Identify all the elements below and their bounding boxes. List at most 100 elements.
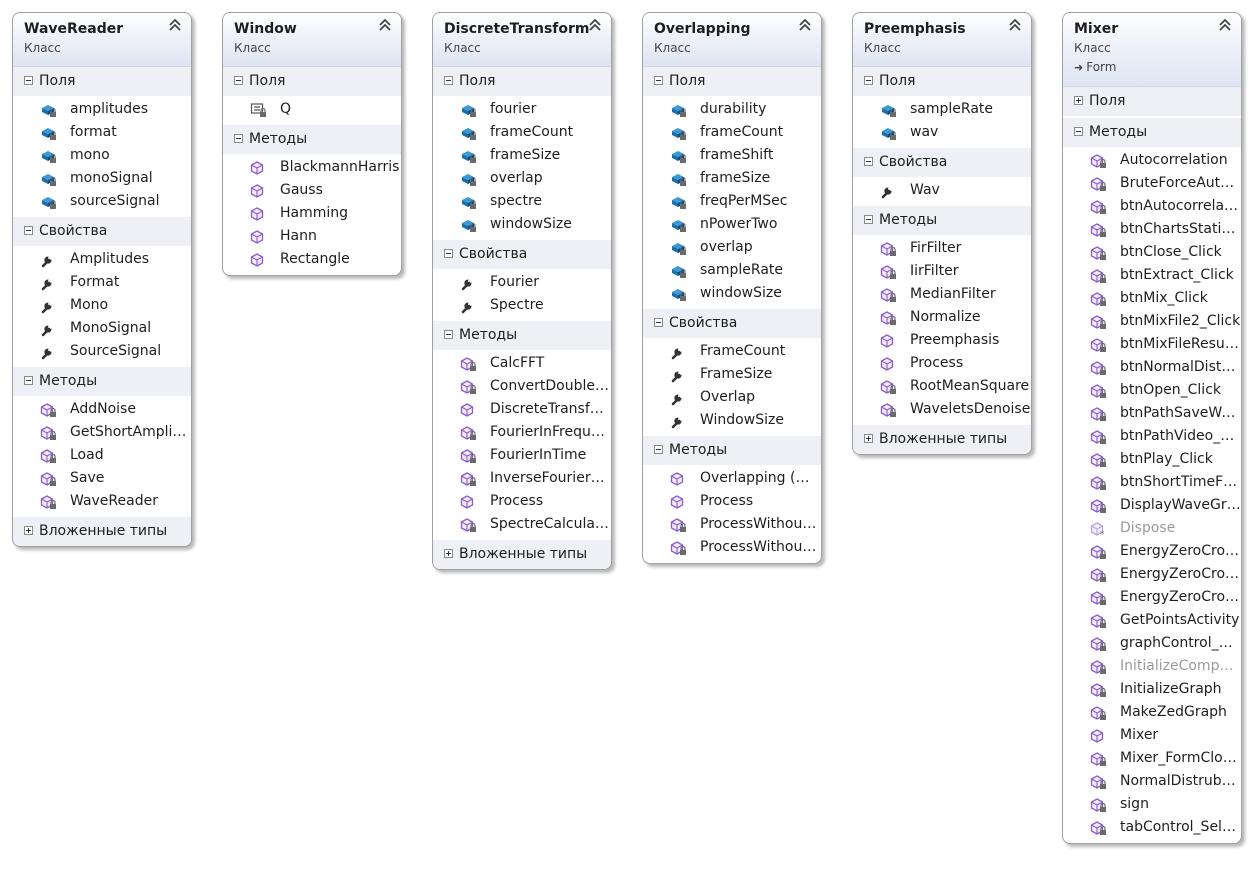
collapse-toggle-icon[interactable]: [654, 445, 663, 454]
section-fields[interactable]: Поля: [1063, 87, 1241, 116]
field-item[interactable]: mono: [13, 144, 191, 167]
collapse-toggle-icon[interactable]: [1074, 127, 1083, 136]
method-item[interactable]: Hamming: [223, 202, 401, 225]
collapse-toggle-icon[interactable]: [444, 249, 453, 258]
expand-toggle-icon[interactable]: [24, 526, 33, 535]
section-methods[interactable]: Методы: [643, 436, 821, 465]
section-fields[interactable]: Поля: [643, 67, 821, 96]
collapse-chevron-icon[interactable]: [378, 18, 392, 32]
method-item[interactable]: Process: [643, 490, 821, 513]
section-methods[interactable]: Методы: [13, 367, 191, 396]
property-item[interactable]: SourceSignal: [13, 340, 191, 363]
method-item[interactable]: btnNormalDistr…: [1063, 356, 1241, 379]
section-nested-types[interactable]: Вложенные типы: [853, 425, 1031, 454]
field-item[interactable]: freqPerMSec: [643, 190, 821, 213]
field-item[interactable]: amplitudes: [13, 98, 191, 121]
section-fields[interactable]: Поля: [223, 67, 401, 96]
method-item[interactable]: GetPointsActivity: [1063, 609, 1241, 632]
collapse-toggle-icon[interactable]: [444, 330, 453, 339]
field-item[interactable]: frameShift: [643, 144, 821, 167]
method-item[interactable]: DisplayWaveGr…: [1063, 494, 1241, 517]
property-item[interactable]: MonoSignal: [13, 317, 191, 340]
field-item[interactable]: overlap: [643, 236, 821, 259]
method-item[interactable]: * Dispose: [1063, 517, 1241, 540]
method-item[interactable]: Process: [433, 490, 611, 513]
section-methods[interactable]: Методы: [1063, 116, 1241, 147]
method-item[interactable]: NormalDistrub…: [1063, 770, 1241, 793]
property-item[interactable]: Amplitudes: [13, 248, 191, 271]
property-item[interactable]: Wav: [853, 179, 1031, 202]
method-item[interactable]: Hann: [223, 225, 401, 248]
class-header[interactable]: WaveReader Класс: [13, 13, 191, 67]
method-item[interactable]: MedianFilter: [853, 283, 1031, 306]
property-item[interactable]: Format: [13, 271, 191, 294]
section-methods[interactable]: Методы: [853, 206, 1031, 235]
field-item[interactable]: frameSize: [643, 167, 821, 190]
field-item[interactable]: windowSize: [433, 213, 611, 236]
method-item[interactable]: Autocorrelation: [1063, 149, 1241, 172]
collapse-chevron-icon[interactable]: [168, 18, 182, 32]
method-item[interactable]: btnPlay_Click: [1063, 448, 1241, 471]
field-item[interactable]: spectre: [433, 190, 611, 213]
collapse-toggle-icon[interactable]: [24, 376, 33, 385]
collapse-toggle-icon[interactable]: [24, 226, 33, 235]
method-item[interactable]: BlackmannHarris: [223, 156, 401, 179]
expand-toggle-icon[interactable]: [1074, 96, 1083, 105]
method-item[interactable]: EnergyZeroCro…: [1063, 586, 1241, 609]
method-item[interactable]: btnAutocorrela…: [1063, 195, 1241, 218]
method-item[interactable]: Normalize: [853, 306, 1031, 329]
method-item[interactable]: graphControl_…: [1063, 632, 1241, 655]
method-item[interactable]: Gauss: [223, 179, 401, 202]
field-item[interactable]: frameCount: [433, 121, 611, 144]
class-box-overlapping[interactable]: Overlapping Класс Поля durability frameC…: [642, 12, 822, 564]
field-item[interactable]: Q: [223, 98, 401, 121]
class-header[interactable]: DiscreteTransform Класс: [433, 13, 611, 67]
method-item[interactable]: DiscreteTransfo…: [433, 398, 611, 421]
method-item[interactable]: Rectangle: [223, 248, 401, 271]
method-item[interactable]: btnPathVideo_…: [1063, 425, 1241, 448]
collapse-chevron-icon[interactable]: [1008, 18, 1022, 32]
class-header[interactable]: Window Класс: [223, 13, 401, 67]
field-item[interactable]: nPowerTwo: [643, 213, 821, 236]
method-item[interactable]: btnMix_Click: [1063, 287, 1241, 310]
property-item[interactable]: Overlap: [643, 386, 821, 409]
method-item[interactable]: InitializeCompo…: [1063, 655, 1241, 678]
method-item[interactable]: FourierInFrequ…: [433, 421, 611, 444]
section-properties[interactable]: Свойства: [853, 148, 1031, 177]
method-item[interactable]: MakeZedGraph: [1063, 701, 1241, 724]
field-item[interactable]: frameCount: [643, 121, 821, 144]
method-item[interactable]: InitializeGraph: [1063, 678, 1241, 701]
section-properties[interactable]: Свойства: [433, 240, 611, 269]
method-item[interactable]: WaveletsDenoise: [853, 398, 1031, 421]
field-item[interactable]: sourceSignal: [13, 190, 191, 213]
collapse-toggle-icon[interactable]: [654, 76, 663, 85]
section-methods[interactable]: Методы: [433, 321, 611, 350]
section-fields[interactable]: Поля: [853, 67, 1031, 96]
method-item[interactable]: GetShortAmplit…: [13, 421, 191, 444]
method-item[interactable]: tabControl_Sel…: [1063, 816, 1241, 839]
method-item[interactable]: WaveReader: [13, 490, 191, 513]
method-item[interactable]: btnMixFile2_Click: [1063, 310, 1241, 333]
method-item[interactable]: BruteForceAuto…: [1063, 172, 1241, 195]
field-item[interactable]: wav: [853, 121, 1031, 144]
collapse-toggle-icon[interactable]: [444, 76, 453, 85]
method-item[interactable]: FourierInTime: [433, 444, 611, 467]
section-nested-types[interactable]: Вложенные типы: [13, 517, 191, 546]
method-item[interactable]: Process: [853, 352, 1031, 375]
collapse-toggle-icon[interactable]: [24, 76, 33, 85]
method-item[interactable]: Preemphasis: [853, 329, 1031, 352]
method-item[interactable]: IirFilter: [853, 260, 1031, 283]
method-item[interactable]: Overlapping (+…: [643, 467, 821, 490]
method-item[interactable]: FirFilter: [853, 237, 1031, 260]
collapse-toggle-icon[interactable]: [864, 157, 873, 166]
method-item[interactable]: Save: [13, 467, 191, 490]
method-item[interactable]: RootMeanSquare: [853, 375, 1031, 398]
method-item[interactable]: sign: [1063, 793, 1241, 816]
section-fields[interactable]: Поля: [433, 67, 611, 96]
method-item[interactable]: btnMixFileResul…: [1063, 333, 1241, 356]
field-item[interactable]: sampleRate: [853, 98, 1031, 121]
collapse-toggle-icon[interactable]: [864, 215, 873, 224]
method-item[interactable]: btnExtract_Click: [1063, 264, 1241, 287]
method-item[interactable]: ProcessWithout…: [643, 513, 821, 536]
method-item[interactable]: AddNoise: [13, 398, 191, 421]
